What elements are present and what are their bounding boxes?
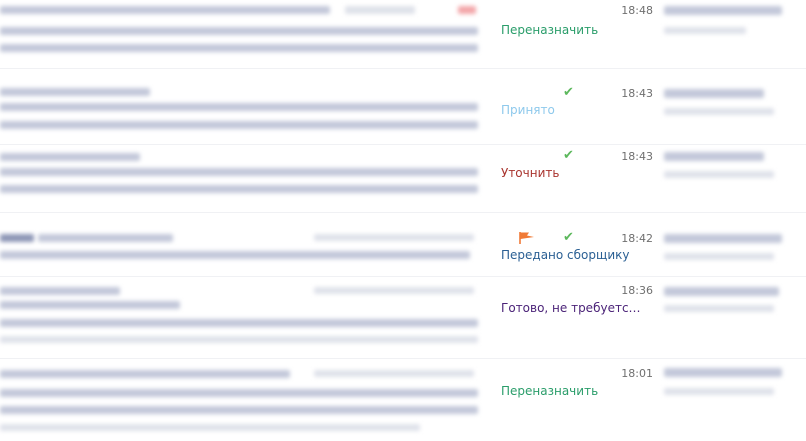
list-item[interactable]: ✔ Передано сборщику 18:42 <box>0 224 806 272</box>
status-link[interactable]: Уточнить <box>501 166 641 180</box>
time: 18:01 <box>621 367 653 380</box>
list-item[interactable]: Переназначить 18:01 <box>0 362 806 441</box>
divider <box>0 212 806 213</box>
list-item[interactable]: Готово, не требуется п... 18:36 <box>0 278 806 354</box>
divider <box>0 358 806 359</box>
status-link[interactable]: Передано сборщику <box>501 248 641 262</box>
time: 18:42 <box>621 232 653 245</box>
divider <box>0 68 806 69</box>
list-item[interactable]: ✔ Принято 18:43 <box>0 80 806 140</box>
time: 18:43 <box>621 87 653 100</box>
status-link[interactable]: Принято <box>501 103 641 117</box>
time: 18:36 <box>621 284 653 297</box>
message-list: Переназначить 18:48 ✔ Принято 18:43 ✔ Ут… <box>0 0 806 441</box>
list-item[interactable]: ✔ Уточнить 18:43 <box>0 144 806 204</box>
status-link[interactable]: Готово, не требуется п... <box>501 301 641 315</box>
check-icon: ✔ <box>563 85 574 100</box>
list-item[interactable]: Переназначить 18:48 <box>0 0 806 64</box>
divider <box>0 276 806 277</box>
status-link[interactable]: Переназначить <box>501 23 641 37</box>
time: 18:43 <box>621 150 653 163</box>
flag-icon[interactable] <box>518 231 536 245</box>
time: 18:48 <box>621 4 653 17</box>
status-link[interactable]: Переназначить <box>501 384 641 398</box>
check-icon: ✔ <box>563 230 574 245</box>
check-icon: ✔ <box>563 148 574 163</box>
